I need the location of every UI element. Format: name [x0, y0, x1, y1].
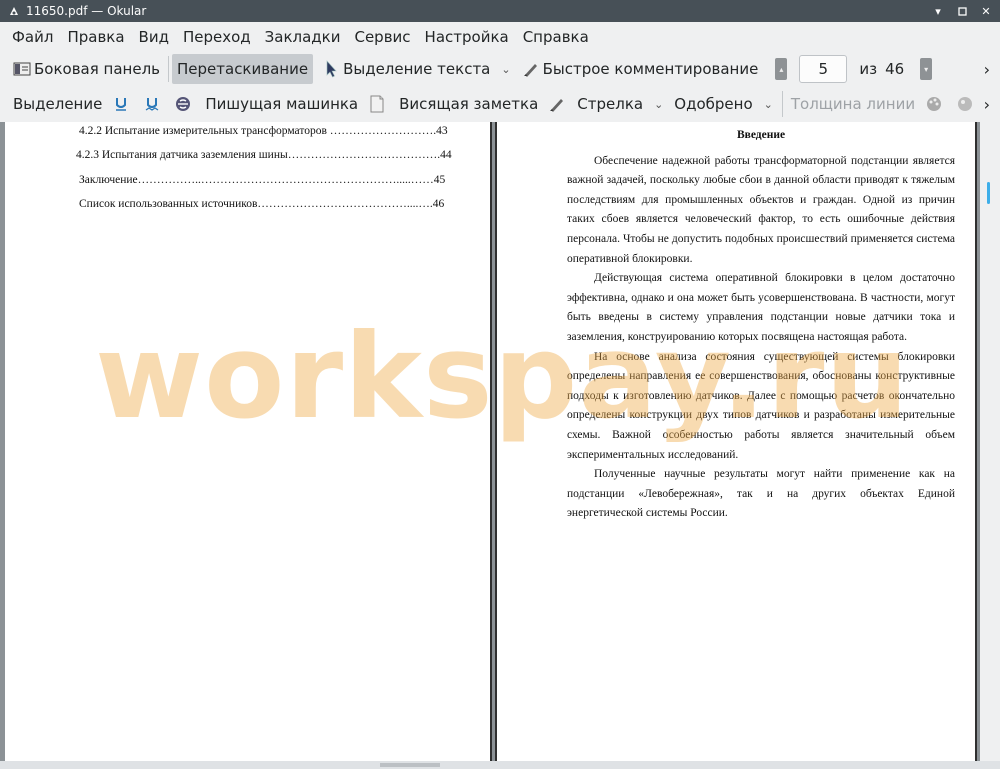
page-number-input[interactable]: 5 — [799, 55, 848, 83]
toolbar-separator — [168, 56, 169, 82]
quick-comment-button[interactable]: Быстрое комментирование — [517, 54, 764, 84]
window-title: 11650.pdf — Okular — [26, 4, 147, 18]
opacity-button[interactable] — [951, 89, 982, 119]
page-body: Введение Обеспечение надежной работы тра… — [567, 126, 955, 524]
pdf-page-left: 4.2.2 Испытание измерительных трансформа… — [5, 122, 492, 761]
note-icon — [368, 95, 386, 113]
page-of-label: из — [859, 60, 878, 78]
paragraph: Действующая система оперативной блокиров… — [567, 272, 955, 343]
maximize-icon — [957, 6, 967, 16]
menu-settings[interactable]: Настройка — [418, 24, 516, 50]
hanging-note-button[interactable]: Висящая заметка — [394, 89, 543, 119]
squiggly-button[interactable] — [138, 89, 169, 119]
quick-comment-label: Быстрое комментирование — [542, 60, 759, 78]
sidebar-button[interactable]: Боковая панель — [8, 54, 165, 84]
pdf-page-right: Введение Обеспечение надежной работы тра… — [495, 122, 977, 761]
next-page-button[interactable]: ▾ — [920, 58, 933, 80]
palette-icon — [925, 95, 943, 113]
maximize-button[interactable] — [952, 1, 972, 21]
chevron-down-icon[interactable]: ⌄ — [648, 98, 669, 111]
title-bar: 11650.pdf — Okular ▾ ✕ — [0, 0, 1000, 22]
chevron-down-icon[interactable]: ⌄ — [758, 98, 779, 111]
squiggly-underline-icon — [143, 95, 161, 113]
scrollbar-thumb[interactable] — [380, 763, 440, 767]
menu-edit[interactable]: Правка — [60, 24, 131, 50]
page-heading: Введение — [736, 129, 786, 141]
main-toolbar: Боковая панель Перетаскивание Выделение … — [0, 52, 1000, 86]
text-select-label: Выделение текста — [343, 60, 491, 78]
paragraph: Обеспечение надежной работы трансформато… — [567, 154, 955, 265]
color-button[interactable] — [920, 89, 951, 119]
palette-icon — [956, 95, 974, 113]
underline-icon — [112, 95, 130, 113]
paragraph: Полученные научные результаты могут найт… — [567, 468, 955, 520]
toolbar-overflow-icon[interactable]: › — [984, 60, 990, 79]
text-select-button[interactable]: Выделение текста — [317, 54, 495, 84]
typewriter-button[interactable]: Пишущая машинка — [200, 89, 363, 119]
menu-bookmarks[interactable]: Закладки — [258, 24, 348, 50]
pen-icon — [548, 95, 566, 113]
menu-help[interactable]: Справка — [516, 24, 596, 50]
menu-file[interactable]: Файл — [5, 24, 60, 50]
chevron-down-icon[interactable]: ⌄ — [495, 63, 516, 76]
line-width-button[interactable]: Толщина линии — [786, 89, 920, 119]
toc-entry: 4.2.3 Испытания датчика заземления шины…… — [76, 149, 452, 161]
drag-mode-button[interactable]: Перетаскивание — [172, 54, 314, 84]
toolbar-overflow-icon[interactable]: › — [984, 95, 990, 114]
page-total: 46 — [885, 60, 905, 78]
vertical-scrollbar[interactable] — [980, 122, 1000, 761]
paragraph: На основе анализа состояния существующей… — [567, 350, 955, 461]
menu-bar: Файл Правка Вид Переход Закладки Сервис … — [0, 22, 1000, 52]
annotation-toolbar: Выделение Пишущая машинка Висящая заметк… — [0, 87, 1000, 121]
highlight-button[interactable]: Выделение — [8, 89, 107, 119]
toc-entry: 4.2.2 Испытание измерительных трансформа… — [79, 125, 448, 137]
menu-view[interactable]: Вид — [132, 24, 176, 50]
previous-page-button[interactable]: ▴ — [775, 58, 788, 80]
scrollbar-thumb[interactable] — [987, 182, 990, 204]
strikeout-button[interactable] — [169, 89, 200, 119]
arrow-tool-button[interactable]: Стрелка — [543, 89, 648, 119]
strikeout-icon — [174, 95, 192, 113]
toolbar-separator — [781, 91, 783, 117]
horizontal-scrollbar[interactable] — [0, 761, 1000, 769]
okular-app-icon — [8, 5, 20, 17]
minimize-button[interactable]: ▾ — [928, 1, 948, 21]
cursor-arrow-icon — [322, 60, 340, 78]
toc-entry: Заключение……………..…………………………………………….....…… — [79, 174, 446, 186]
sidebar-icon — [13, 60, 31, 78]
close-button[interactable]: ✕ — [976, 1, 996, 21]
sidebar-label: Боковая панель — [34, 60, 160, 78]
stamp-button[interactable]: Одобрено — [669, 89, 757, 119]
underline-button[interactable] — [107, 89, 138, 119]
toc-entry: Список использованных источников……………………… — [79, 198, 445, 210]
menu-go[interactable]: Переход — [176, 24, 258, 50]
pen-icon — [522, 60, 540, 78]
arrow-label: Стрелка — [577, 95, 644, 113]
document-viewport[interactable]: 4.2.2 Испытание измерительных трансформа… — [0, 122, 1000, 761]
note-icon-button[interactable] — [363, 89, 394, 119]
menu-tools[interactable]: Сервис — [347, 24, 417, 50]
